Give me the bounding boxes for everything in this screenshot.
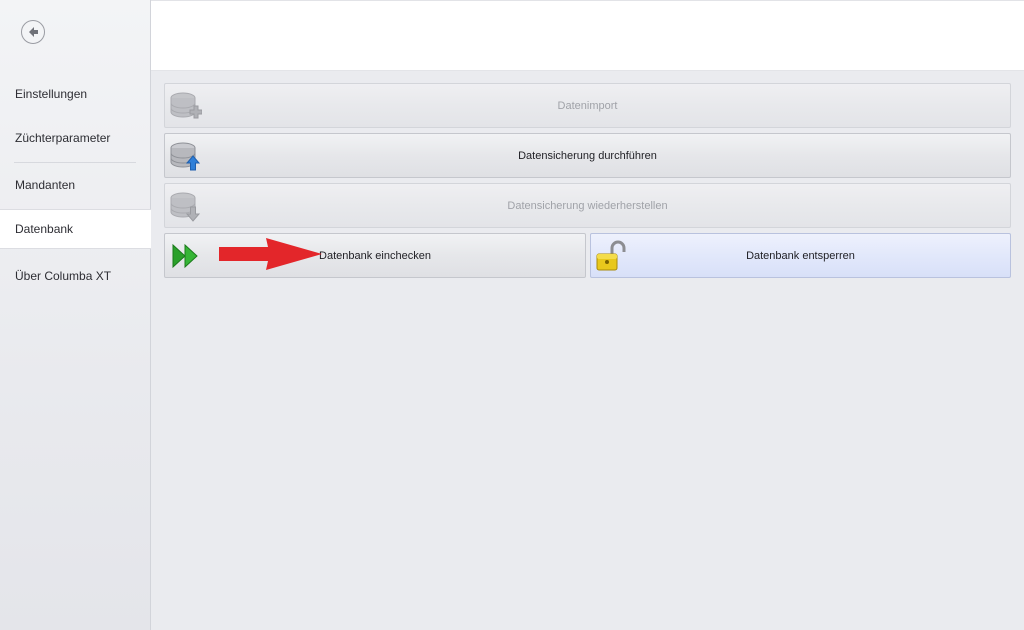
button-label: Datensicherung durchführen xyxy=(518,149,657,162)
button-label: Datenbank entsperren xyxy=(746,249,855,262)
sidebar-item-ueber-columba-xt[interactable]: Über Columba XT xyxy=(0,256,150,296)
sidebar-item-datenbank[interactable]: Datenbank xyxy=(0,209,151,249)
datensicherung-wiederherstellen-button[interactable]: Datensicherung wiederherstellen xyxy=(164,183,1011,228)
datenbank-entsperren-button[interactable]: Datenbank entsperren xyxy=(590,233,1011,278)
open-padlock-icon xyxy=(596,240,626,271)
sidebar-item-label: Datenbank xyxy=(15,222,74,236)
page-header xyxy=(151,0,1024,71)
fast-forward-icon xyxy=(172,243,198,269)
datensicherung-durchfuehren-button[interactable]: Datensicherung durchführen xyxy=(164,133,1011,178)
app-window: Einstellungen Züchterparameter Mandanten… xyxy=(0,0,1024,630)
sidebar-item-einstellungen[interactable]: Einstellungen xyxy=(0,74,150,114)
datenimport-button[interactable]: Datenimport xyxy=(164,83,1011,128)
back-button[interactable] xyxy=(21,20,45,44)
sidebar-item-mandanten[interactable]: Mandanten xyxy=(0,165,150,205)
sidebar-divider xyxy=(14,162,136,163)
database-upload-icon xyxy=(170,142,201,171)
sidebar: Einstellungen Züchterparameter Mandanten… xyxy=(0,0,151,630)
sidebar-item-zuechterparameter[interactable]: Züchterparameter xyxy=(0,118,150,158)
database-add-icon xyxy=(170,92,202,119)
button-label: Datenimport xyxy=(557,99,618,112)
sidebar-item-label: Einstellungen xyxy=(15,87,88,101)
sidebar-item-label: Über Columba XT xyxy=(15,269,112,283)
back-arrow-icon xyxy=(29,27,38,37)
database-download-icon xyxy=(170,192,201,222)
sidebar-item-label: Mandanten xyxy=(15,178,76,192)
sidebar-item-label: Züchterparameter xyxy=(15,131,111,145)
button-label: Datensicherung wiederherstellen xyxy=(507,199,668,212)
red-arrow-icon xyxy=(219,238,322,270)
button-label: Datenbank einchecken xyxy=(319,249,431,262)
